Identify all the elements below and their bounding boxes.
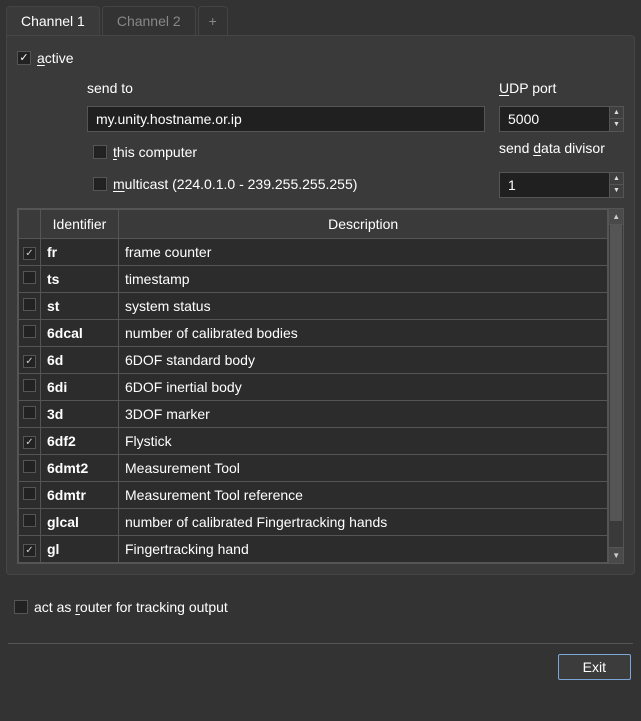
this-computer-label: this computer <box>113 144 197 160</box>
router-checkbox[interactable]: act as router for tracking output <box>14 599 228 615</box>
row-checkbox[interactable] <box>19 400 41 427</box>
exit-button[interactable]: Exit <box>558 654 631 680</box>
row-description: system status <box>119 292 608 319</box>
row-identifier: 6dmt2 <box>41 454 119 481</box>
udp-port-input[interactable] <box>499 106 624 132</box>
router-label: act as router for tracking output <box>34 599 228 615</box>
scroll-thumb[interactable] <box>610 225 622 521</box>
row-identifier: 6df2 <box>41 427 119 454</box>
row-identifier: 6dcal <box>41 319 119 346</box>
this-computer-checkbox[interactable]: this computer <box>87 140 485 164</box>
table-row[interactable]: 6df2Flystick <box>19 427 608 454</box>
row-identifier: gl <box>41 535 119 562</box>
row-description: Measurement Tool reference <box>119 481 608 508</box>
row-identifier: 3d <box>41 400 119 427</box>
row-checkbox[interactable] <box>19 427 41 454</box>
row-identifier: 6dmtr <box>41 481 119 508</box>
data-divisor-input[interactable] <box>499 172 624 198</box>
udp-port-down[interactable]: ▼ <box>609 119 623 131</box>
active-label: active <box>37 50 74 66</box>
row-description: frame counter <box>119 238 608 265</box>
channel-panel: active send to UDP port ▲ ▼ this compute… <box>6 35 635 575</box>
table-row[interactable]: glFingertracking hand <box>19 535 608 562</box>
scroll-track[interactable] <box>609 225 623 547</box>
router-box[interactable] <box>14 600 28 614</box>
udp-port-label: UDP port <box>499 80 624 98</box>
table-row[interactable]: 6dmt2Measurement Tool <box>19 454 608 481</box>
row-description: Fingertracking hand <box>119 535 608 562</box>
table-row[interactable]: tstimestamp <box>19 265 608 292</box>
tab-bar: Channel 1 Channel 2 + <box>0 0 641 35</box>
row-description: timestamp <box>119 265 608 292</box>
th-description: Description <box>119 209 608 238</box>
multicast-checkbox[interactable]: multicast (224.0.1.0 - 239.255.255.255) <box>87 172 485 196</box>
table-scrollbar[interactable]: ▲ ▼ <box>608 209 623 563</box>
row-checkbox[interactable] <box>19 535 41 562</box>
th-check <box>19 209 41 238</box>
row-checkbox[interactable] <box>19 373 41 400</box>
send-to-label: send to <box>87 80 485 98</box>
table-row[interactable]: frframe counter <box>19 238 608 265</box>
data-divisor-label: send data divisor <box>499 140 624 164</box>
scroll-up-icon[interactable]: ▲ <box>609 209 623 225</box>
th-identifier: Identifier <box>41 209 119 238</box>
multicast-label: multicast (224.0.1.0 - 239.255.255.255) <box>113 176 357 192</box>
row-description: Flystick <box>119 427 608 454</box>
row-checkbox[interactable] <box>19 238 41 265</box>
tab-channel-1[interactable]: Channel 1 <box>6 6 100 35</box>
table-row[interactable]: stsystem status <box>19 292 608 319</box>
data-divisor-down[interactable]: ▼ <box>609 185 623 197</box>
scroll-down-icon[interactable]: ▼ <box>609 547 623 563</box>
row-identifier: 6di <box>41 373 119 400</box>
active-checkbox-box[interactable] <box>17 51 31 65</box>
row-checkbox[interactable] <box>19 508 41 535</box>
row-description: 3DOF marker <box>119 400 608 427</box>
table-row[interactable]: glcalnumber of calibrated Fingertracking… <box>19 508 608 535</box>
active-checkbox[interactable]: active <box>17 50 74 66</box>
row-checkbox[interactable] <box>19 346 41 373</box>
table-row[interactable]: 3d3DOF marker <box>19 400 608 427</box>
table-row[interactable]: 6dmtrMeasurement Tool reference <box>19 481 608 508</box>
row-description: Measurement Tool <box>119 454 608 481</box>
row-description: number of calibrated Fingertracking hand… <box>119 508 608 535</box>
row-description: 6DOF standard body <box>119 346 608 373</box>
row-identifier: fr <box>41 238 119 265</box>
row-description: number of calibrated bodies <box>119 319 608 346</box>
table-row[interactable]: 6di6DOF inertial body <box>19 373 608 400</box>
table-row[interactable]: 6dcalnumber of calibrated bodies <box>19 319 608 346</box>
udp-port-up[interactable]: ▲ <box>609 107 623 120</box>
row-checkbox[interactable] <box>19 265 41 292</box>
row-identifier: ts <box>41 265 119 292</box>
data-divisor-up[interactable]: ▲ <box>609 173 623 186</box>
row-identifier: 6d <box>41 346 119 373</box>
row-checkbox[interactable] <box>19 454 41 481</box>
row-checkbox[interactable] <box>19 319 41 346</box>
send-to-input[interactable] <box>87 106 485 132</box>
this-computer-box[interactable] <box>93 145 107 159</box>
row-identifier: st <box>41 292 119 319</box>
row-identifier: glcal <box>41 508 119 535</box>
table-row[interactable]: 6d6DOF standard body <box>19 346 608 373</box>
identifier-table: Identifier Description frframe counterts… <box>17 208 624 564</box>
row-description: 6DOF inertial body <box>119 373 608 400</box>
row-checkbox[interactable] <box>19 481 41 508</box>
multicast-box[interactable] <box>93 177 107 191</box>
row-checkbox[interactable] <box>19 292 41 319</box>
tab-channel-2[interactable]: Channel 2 <box>102 6 196 35</box>
tab-add[interactable]: + <box>198 6 228 35</box>
